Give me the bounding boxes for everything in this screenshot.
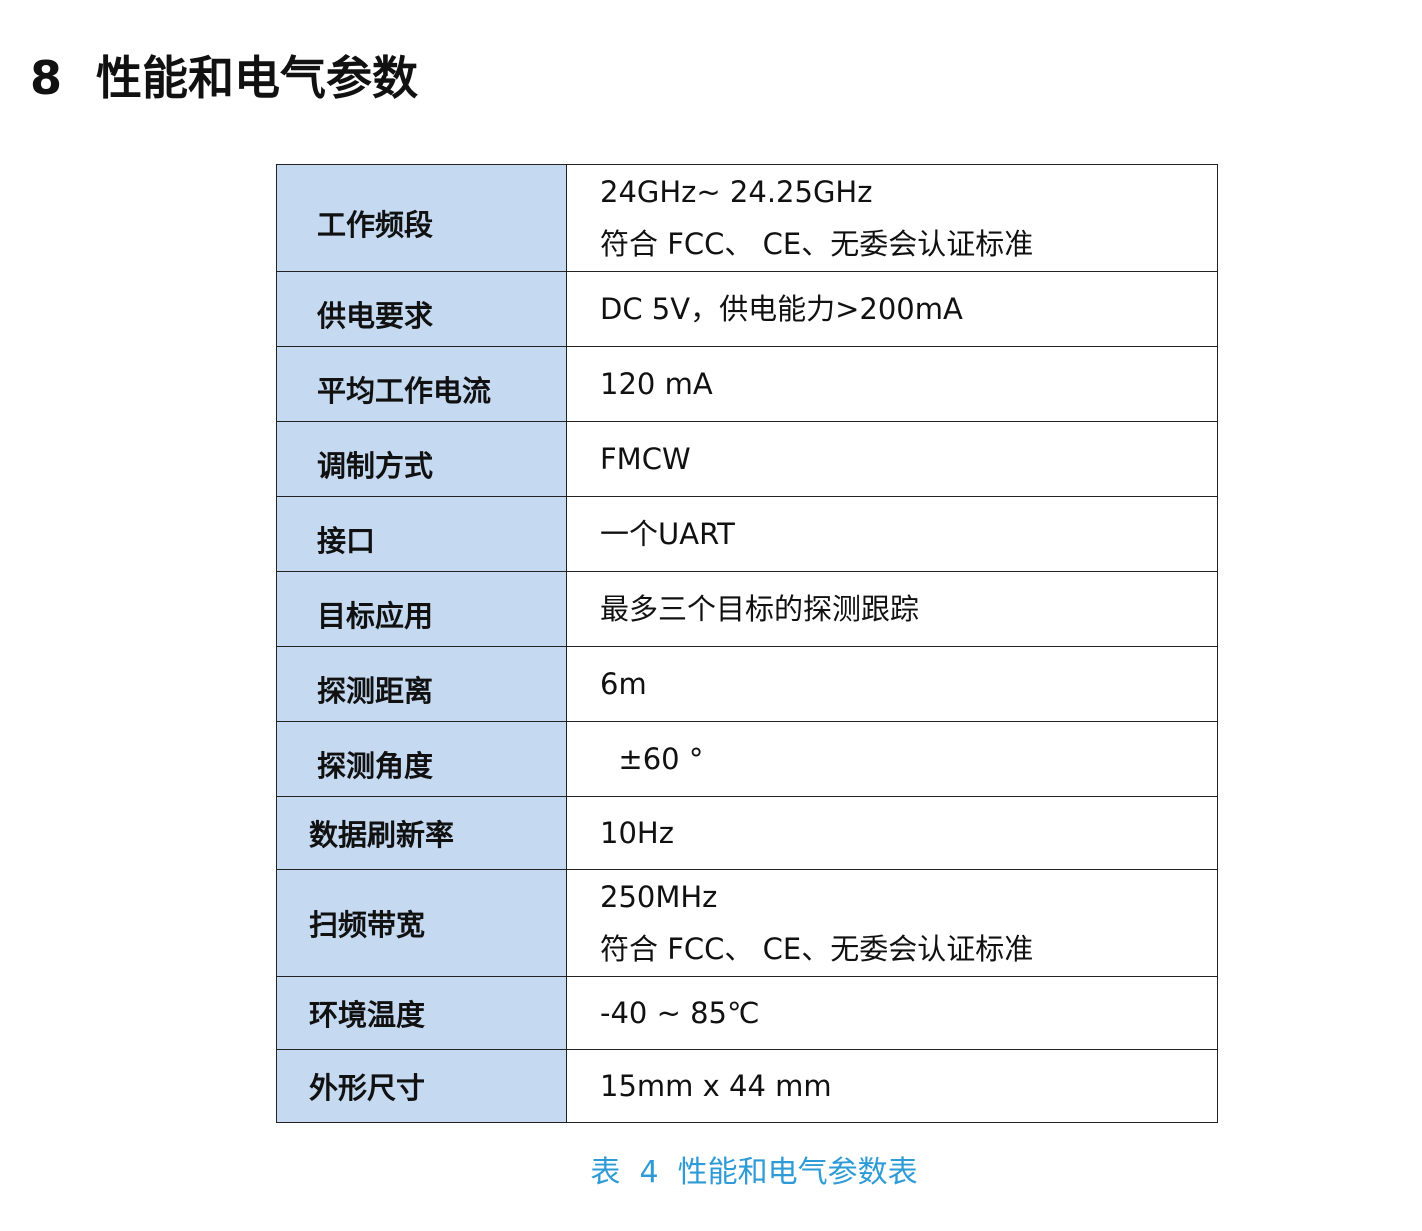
- row-label-cell: 探测距离: [276, 646, 567, 722]
- table-row: 数据刷新率 10Hz: [276, 796, 1218, 870]
- row-label-cell: 扫频带宽: [276, 869, 567, 977]
- table-row: 调制方式 FMCW: [276, 421, 1218, 497]
- row-value-cell: 一个UART: [566, 496, 1218, 572]
- row-label: 接口: [317, 524, 376, 558]
- table-caption: 表 4 性能和电气参数表: [590, 1155, 918, 1190]
- table-row: 探测距离 6m: [276, 646, 1218, 722]
- row-label-cell: 工作频段: [276, 164, 567, 272]
- row-label: 供电要求: [317, 299, 434, 333]
- table-row: 供电要求 DC 5V，供电能力>200mA: [276, 271, 1218, 347]
- row-label: 探测距离: [317, 674, 434, 708]
- row-label-cell: 环境温度: [276, 976, 567, 1050]
- table-row: 平均工作电流 120 mA: [276, 346, 1218, 422]
- row-value-cell: 24GHz~ 24.25GHz 符合 FCC、 CE、无委会认证标准: [566, 164, 1218, 272]
- row-value: 250MHz: [600, 880, 718, 914]
- row-label: 目标应用: [317, 599, 434, 633]
- row-value-cell: FMCW: [566, 421, 1218, 497]
- row-label-cell: 目标应用: [276, 571, 567, 647]
- table-row: 外形尺寸 15mm x 44 mm: [276, 1049, 1218, 1123]
- row-label: 扫频带宽: [309, 908, 426, 942]
- section-heading: 8 性能和电气参数: [30, 48, 418, 108]
- row-value: FMCW: [600, 442, 691, 476]
- table-row: 环境温度 -40 ~ 85℃: [276, 976, 1218, 1050]
- row-value: DC 5V，供电能力>200mA: [600, 292, 963, 326]
- row-value: 一个UART: [600, 517, 735, 551]
- row-value: ±60 °: [600, 742, 704, 776]
- row-label-cell: 供电要求: [276, 271, 567, 347]
- row-value-cell: -40 ~ 85℃: [566, 976, 1218, 1050]
- row-value-cell: ±60 °: [566, 721, 1218, 797]
- row-label: 外形尺寸: [309, 1071, 426, 1105]
- row-value: 最多三个目标的探测跟踪: [600, 592, 920, 626]
- table-row: 接口 一个UART: [276, 496, 1218, 572]
- row-value-cell: 120 mA: [566, 346, 1218, 422]
- row-label-cell: 调制方式: [276, 421, 567, 497]
- row-label: 探测角度: [317, 749, 434, 783]
- table-row: 扫频带宽 250MHz 符合 FCC、 CE、无委会认证标准: [276, 869, 1218, 977]
- table-row: 探测角度 ±60 °: [276, 721, 1218, 797]
- row-value: 15mm x 44 mm: [600, 1069, 832, 1103]
- row-value: -40 ~ 85℃: [600, 996, 760, 1030]
- row-label: 数据刷新率: [309, 818, 455, 852]
- row-value: 符合 FCC、 CE、无委会认证标准: [600, 227, 1034, 261]
- row-value-cell: 10Hz: [566, 796, 1218, 870]
- table-row: 工作频段 24GHz~ 24.25GHz 符合 FCC、 CE、无委会认证标准: [276, 164, 1218, 272]
- row-value-cell: 15mm x 44 mm: [566, 1049, 1218, 1123]
- row-value-cell: 250MHz 符合 FCC、 CE、无委会认证标准: [566, 869, 1218, 977]
- spec-table: 工作频段 24GHz~ 24.25GHz 符合 FCC、 CE、无委会认证标准 …: [276, 164, 1218, 1123]
- table-row: 目标应用 最多三个目标的探测跟踪: [276, 571, 1218, 647]
- row-label: 工作频段: [317, 208, 434, 242]
- row-value: 符合 FCC、 CE、无委会认证标准: [600, 932, 1034, 966]
- row-label: 环境温度: [309, 998, 426, 1032]
- row-label-cell: 外形尺寸: [276, 1049, 567, 1123]
- row-label: 平均工作电流: [317, 374, 492, 408]
- row-label-cell: 接口: [276, 496, 567, 572]
- row-label-cell: 探测角度: [276, 721, 567, 797]
- row-value-cell: DC 5V，供电能力>200mA: [566, 271, 1218, 347]
- row-value: 10Hz: [600, 816, 674, 850]
- row-label: 调制方式: [317, 449, 434, 483]
- row-value-cell: 6m: [566, 646, 1218, 722]
- row-value: 6m: [600, 667, 647, 701]
- row-value: 120 mA: [600, 367, 713, 401]
- row-label-cell: 数据刷新率: [276, 796, 567, 870]
- section-title: 性能和电气参数: [96, 51, 418, 105]
- section-number: 8: [30, 51, 63, 105]
- row-label-cell: 平均工作电流: [276, 346, 567, 422]
- row-value: 24GHz~ 24.25GHz: [600, 175, 873, 209]
- row-value-cell: 最多三个目标的探测跟踪: [566, 571, 1218, 647]
